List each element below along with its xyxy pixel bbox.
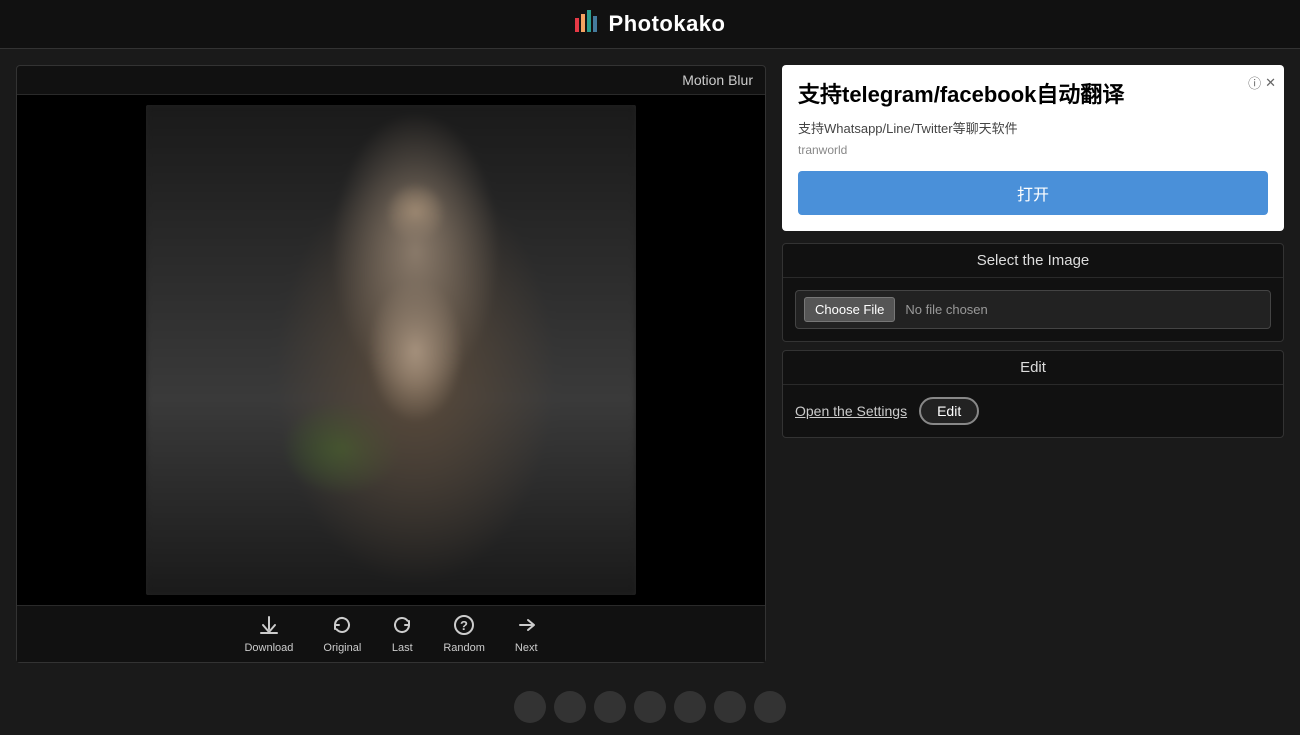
ad-open-button[interactable]: 打开	[798, 171, 1268, 215]
download-icon	[258, 614, 280, 640]
toolbar-download[interactable]: Download	[244, 614, 293, 654]
ad-info-icon: ⓘ	[1248, 73, 1261, 92]
select-image-body: Choose File No file chosen	[783, 278, 1283, 341]
main-container: Motion Blur Download	[0, 49, 1300, 679]
toolbar-random-label: Random	[443, 642, 485, 654]
right-panel: ⓘ ✕ 支持telegram/facebook自动翻译 支持Whatsapp/L…	[782, 65, 1284, 663]
toolbar-last[interactable]: Last	[391, 614, 413, 654]
ad-close-icon[interactable]: ✕	[1265, 75, 1276, 91]
page-dot-7[interactable]	[754, 691, 786, 723]
left-panel: Motion Blur Download	[16, 65, 766, 663]
panel-title: Motion Blur	[17, 66, 765, 95]
last-icon	[391, 614, 413, 640]
header: Photokako	[0, 0, 1300, 49]
page-dot-3[interactable]	[594, 691, 626, 723]
svg-text:?: ?	[460, 618, 468, 633]
edit-button[interactable]: Edit	[919, 397, 979, 425]
toolbar: Download Original Last	[17, 605, 765, 662]
file-input-wrapper: Choose File No file chosen	[795, 290, 1271, 329]
ad-source: tranworld	[798, 143, 1268, 157]
file-status: No file chosen	[905, 302, 987, 317]
ad-title: 支持telegram/facebook自动翻译	[798, 81, 1268, 110]
edit-section: Edit Open the Settings Edit	[782, 350, 1284, 438]
random-icon: ?	[453, 614, 475, 640]
select-image-section: Select the Image Choose File No file cho…	[782, 243, 1284, 342]
site-title: Photokako	[609, 11, 726, 37]
image-placeholder	[146, 105, 636, 595]
ad-box: ⓘ ✕ 支持telegram/facebook自动翻译 支持Whatsapp/L…	[782, 65, 1284, 231]
original-icon	[331, 614, 353, 640]
edit-header: Edit	[783, 351, 1283, 385]
select-image-header: Select the Image	[783, 244, 1283, 278]
ad-close-button[interactable]: ⓘ ✕	[1248, 73, 1276, 92]
ad-subtitle: 支持Whatsapp/Line/Twitter等聊天软件	[798, 118, 1268, 137]
page-dot-5[interactable]	[674, 691, 706, 723]
toolbar-random[interactable]: ? Random	[443, 614, 485, 654]
toolbar-download-label: Download	[244, 642, 293, 654]
next-icon	[515, 614, 537, 640]
toolbar-next[interactable]: Next	[515, 614, 538, 654]
toolbar-next-label: Next	[515, 642, 538, 654]
image-area	[17, 95, 765, 605]
toolbar-original-label: Original	[323, 642, 361, 654]
bottom-pagination	[0, 679, 1300, 735]
page-dot-1[interactable]	[514, 691, 546, 723]
edit-body: Open the Settings Edit	[783, 385, 1283, 437]
page-dot-2[interactable]	[554, 691, 586, 723]
blurred-image	[146, 105, 636, 595]
toolbar-original[interactable]: Original	[323, 614, 361, 654]
page-dot-6[interactable]	[714, 691, 746, 723]
logo-icon	[575, 10, 601, 38]
choose-file-button[interactable]: Choose File	[804, 297, 895, 322]
toolbar-last-label: Last	[392, 642, 413, 654]
open-settings-button[interactable]: Open the Settings	[795, 403, 907, 419]
page-dot-4[interactable]	[634, 691, 666, 723]
